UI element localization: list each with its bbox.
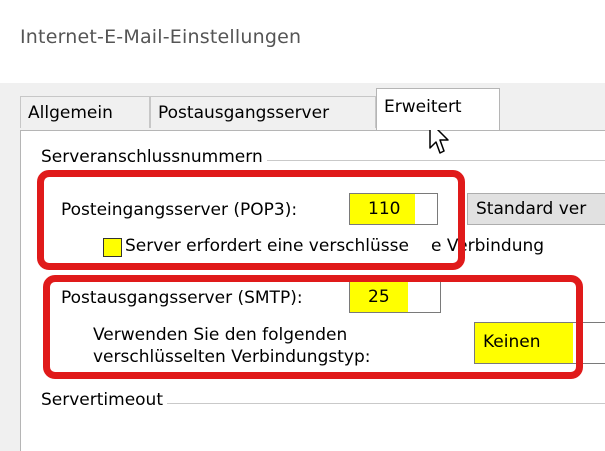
tab-allgemein[interactable]: Allgemein xyxy=(20,96,150,128)
dialog-titlebar: Internet-E-Mail-Einstellungen xyxy=(0,0,605,83)
annotation-outgoing-box xyxy=(43,275,583,379)
annotation-incoming-box xyxy=(37,170,465,270)
tab-erweitert[interactable]: Erweitert xyxy=(376,88,500,130)
group-label-timeout: Servertimeout xyxy=(41,390,167,410)
tab-postausgangsserver[interactable]: Postausgangsserver xyxy=(150,96,376,128)
default-values-button[interactable]: Standard ver xyxy=(467,193,605,225)
tab-strip: Allgemein Postausgangsserver Erweitert xyxy=(20,88,605,130)
group-label-ports: Serveranschlussnummern xyxy=(41,147,267,167)
dialog-title: Internet-E-Mail-Einstellungen xyxy=(20,26,302,48)
